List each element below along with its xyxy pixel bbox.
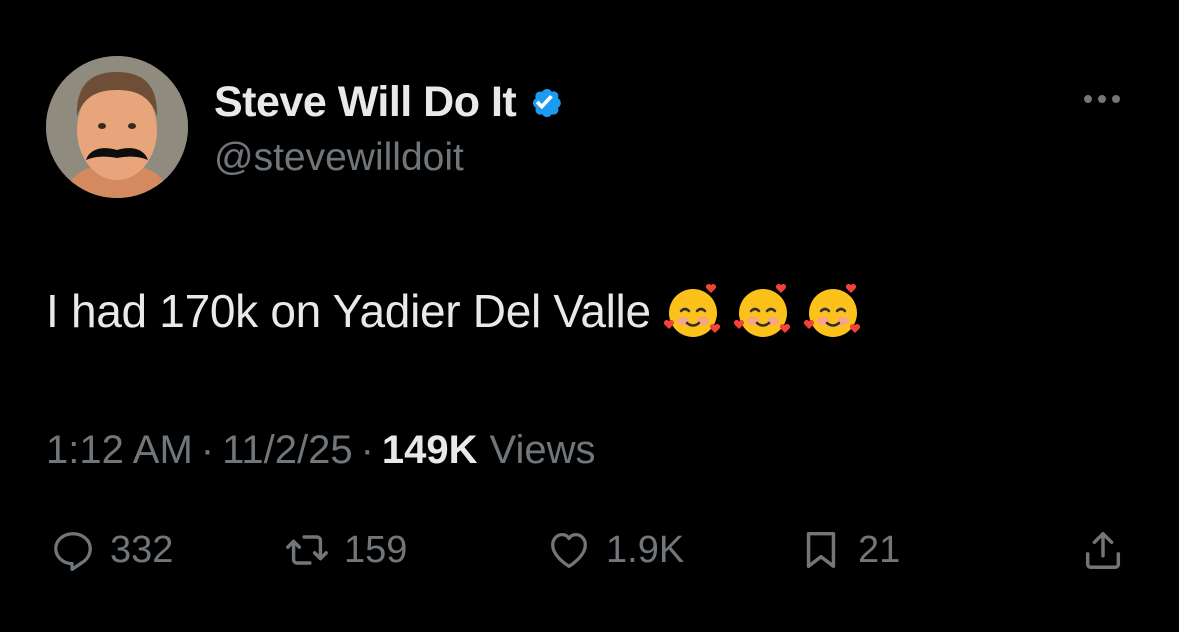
smiling-face-with-hearts-icon xyxy=(733,283,790,337)
tweet-emojis xyxy=(663,281,863,341)
tweet-body: I had 170k on Yadier Del Valle xyxy=(46,280,863,342)
avatar[interactable] xyxy=(46,56,188,198)
author-handle[interactable]: @stevewilldoit xyxy=(214,136,464,180)
meta-separator: · xyxy=(360,427,374,472)
reply-icon xyxy=(54,532,92,571)
like-button[interactable]: 1.9K xyxy=(546,522,684,578)
reply-count: 332 xyxy=(110,528,174,571)
smiling-face-with-hearts-icon xyxy=(663,283,720,337)
tweet-time[interactable]: 1:12 AM xyxy=(46,428,193,473)
tweet-text: I had 170k on Yadier Del Valle xyxy=(46,285,651,337)
reply-button[interactable]: 332 xyxy=(50,522,173,578)
bookmark-button[interactable]: 21 xyxy=(798,522,900,578)
tweet-date[interactable]: 11/2/25 xyxy=(222,428,353,473)
bookmark-icon xyxy=(806,531,836,569)
more-icon[interactable] xyxy=(1080,86,1124,112)
share-icon xyxy=(1085,531,1121,569)
bookmark-count: 21 xyxy=(858,528,901,571)
repost-icon xyxy=(286,535,328,565)
share-button[interactable] xyxy=(1080,522,1126,578)
avatar-image xyxy=(46,56,188,198)
smiling-face-with-hearts-icon xyxy=(803,283,860,337)
repost-count: 159 xyxy=(344,528,408,571)
meta-separator: · xyxy=(200,427,215,472)
repost-button[interactable]: 159 xyxy=(284,522,407,578)
action-bar: 332 159 1.9K 21 xyxy=(0,522,1179,578)
tweet-meta: 1:12 AM · 11/2/25 · 149K Views xyxy=(46,424,596,476)
like-count: 1.9K xyxy=(606,528,685,571)
display-name[interactable]: Steve Will Do It xyxy=(214,78,517,127)
verified-badge-icon xyxy=(533,89,562,117)
author-name-row[interactable]: Steve Will Do It xyxy=(214,74,568,130)
views-label: Views xyxy=(489,427,596,472)
heart-icon xyxy=(551,533,587,568)
views-count: 149K xyxy=(381,427,478,472)
